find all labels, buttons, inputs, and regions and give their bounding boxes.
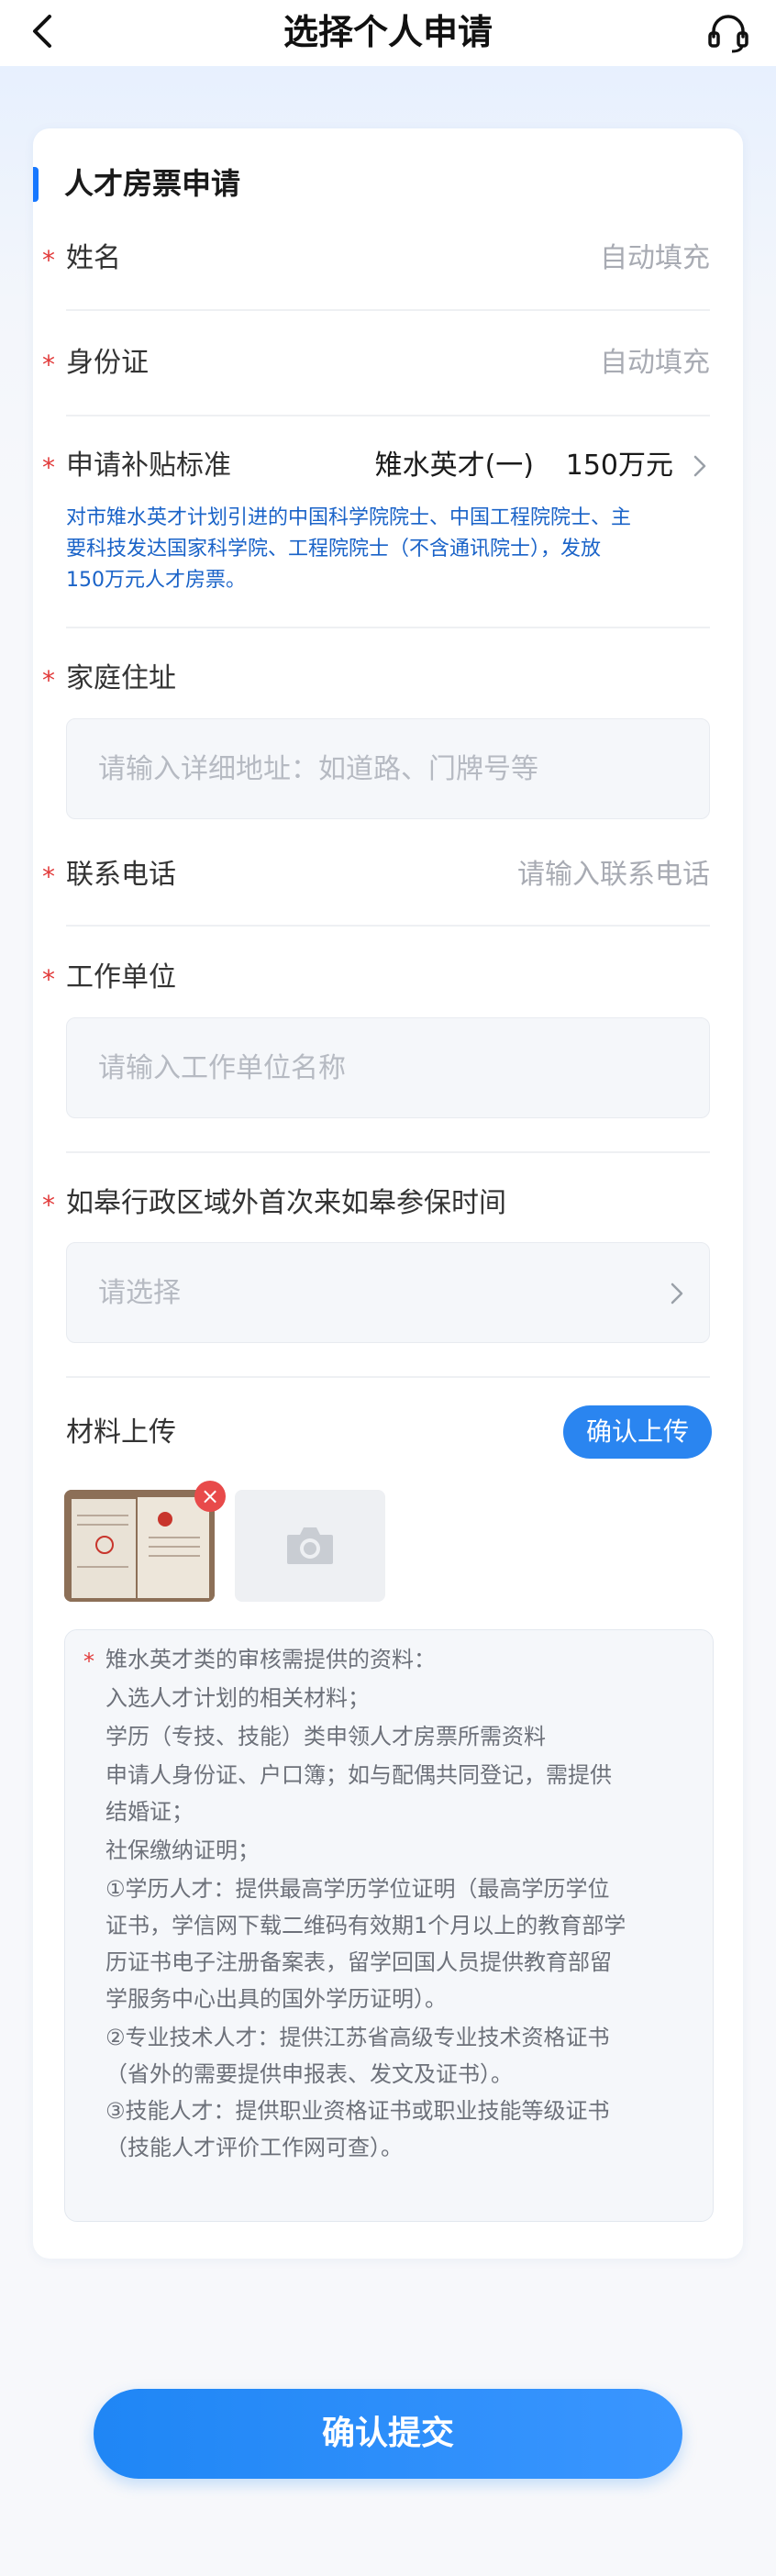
materials-requirements-notes: * 雉水英才类的审核需提供的资料： 入选人才计划的相关材料； 学历（专技、技能）…	[64, 1629, 714, 2222]
camera-icon	[287, 1527, 333, 1564]
address-placeholder: 请输入详细地址：如道路、门牌号等	[98, 753, 538, 785]
materials-label: 材料上传	[66, 1416, 176, 1449]
note-line: （技能人才评价工作网可查）。	[105, 2135, 403, 2160]
note-line: 学历（专技、技能）类申领人才房票所需资料	[105, 1724, 546, 1749]
insurance-time-placeholder: 请选择	[98, 1277, 181, 1309]
note-line: ①学历人才：提供最高学历学位证明（最高学历学位	[105, 1876, 610, 1902]
address-label: 家庭住址	[66, 662, 176, 694]
confirm-upload-button[interactable]: 确认上传	[563, 1405, 712, 1459]
note-line: 社保缴纳证明；	[105, 1838, 260, 1863]
add-photo-button[interactable]	[235, 1490, 385, 1602]
divider	[66, 627, 710, 628]
note-line: （省外的需要提供申报表、发文及证书）。	[105, 2061, 513, 2087]
required-mark: *	[42, 452, 55, 483]
employer-input[interactable]: 请输入工作单位名称	[66, 1017, 710, 1118]
employer-label: 工作单位	[66, 961, 176, 994]
note-line: ②专业技术人才：提供江苏省高级专业技术资格证书	[105, 2025, 610, 2050]
subsidy-description-line: 150万元人才房票。	[66, 569, 246, 592]
note-line: 学服务中心出具的国外学历证明）。	[105, 1986, 447, 2012]
chevron-right-icon	[671, 1282, 683, 1305]
note-line: 入选人才计划的相关材料；	[105, 1685, 370, 1711]
note-line: 结婚证；	[105, 1799, 194, 1825]
certificate-photo-icon	[64, 1490, 215, 1602]
id-card-value: 自动填充	[600, 347, 710, 379]
subsidy-label: 申请补贴标准	[66, 450, 231, 482]
required-mark: *	[42, 245, 55, 275]
subsidy-description: 对市雉水英才计划引进的中国科学院院士、中国工程院院士、主 要科技发达国家科学院、…	[66, 503, 712, 596]
divider	[66, 1151, 710, 1153]
note-line: 证书，学信网下载二维码有效期1个月以上的教育部学	[105, 1913, 626, 1938]
page-title: 选择个人申请	[283, 12, 493, 52]
subsidy-level: 雉水英才(一)	[374, 450, 534, 482]
top-bar: 选择个人申请	[0, 0, 776, 66]
remove-upload-icon[interactable]: ×	[194, 1481, 226, 1512]
note-line: 申请人身份证、户口簿；如与配偶共同登记，需提供	[105, 1762, 612, 1788]
note-line: 雉水英才类的审核需提供的资料：	[105, 1647, 436, 1672]
insurance-time-select[interactable]: 请选择	[66, 1242, 710, 1343]
subsidy-description-line: 对市雉水英才计划引进的中国科学院院士、中国工程院院士、主	[66, 506, 632, 529]
required-mark: *	[42, 350, 55, 380]
id-card-label: 身份证	[66, 347, 149, 379]
chevron-right-icon[interactable]	[690, 451, 710, 481]
divider	[66, 309, 710, 311]
employer-placeholder: 请输入工作单位名称	[98, 1052, 346, 1084]
submit-button[interactable]: 确认提交	[94, 2389, 682, 2479]
required-mark: *	[42, 1190, 55, 1220]
required-mark: *	[83, 1649, 94, 1674]
address-input[interactable]: 请输入详细地址：如道路、门牌号等	[66, 718, 710, 819]
divider	[66, 415, 710, 416]
application-card: 人才房票申请 * 姓名 自动填充 * 身份证 自动填充 * 申请补贴标准 雉水英…	[33, 128, 743, 2259]
required-mark: *	[42, 665, 55, 695]
note-line: ③技能人才：提供职业资格证书或职业技能等级证书	[105, 2098, 610, 2124]
subsidy-description-line: 要科技发达国家科学院、工程院院士（不含通讯院士），发放	[66, 538, 602, 561]
section-accent-bar	[33, 167, 39, 202]
note-line: 历证书电子注册备案表，留学回国人员提供教育部留	[105, 1949, 612, 1975]
section-title: 人才房票申请	[64, 166, 241, 201]
uploaded-document-thumbnail[interactable]	[64, 1490, 215, 1602]
required-mark: *	[42, 861, 55, 892]
divider	[66, 925, 710, 927]
name-label: 姓名	[66, 242, 121, 274]
divider	[66, 1376, 710, 1378]
headset-icon[interactable]	[704, 9, 752, 57]
insurance-time-label: 如皋行政区域外首次来如皋参保时间	[66, 1187, 506, 1219]
required-mark: *	[42, 964, 55, 994]
phone-label: 联系电话	[66, 859, 176, 891]
phone-input[interactable]: 请输入联系电话	[517, 857, 710, 894]
subsidy-amount: 150万元	[565, 450, 673, 482]
name-value: 自动填充	[600, 242, 710, 274]
